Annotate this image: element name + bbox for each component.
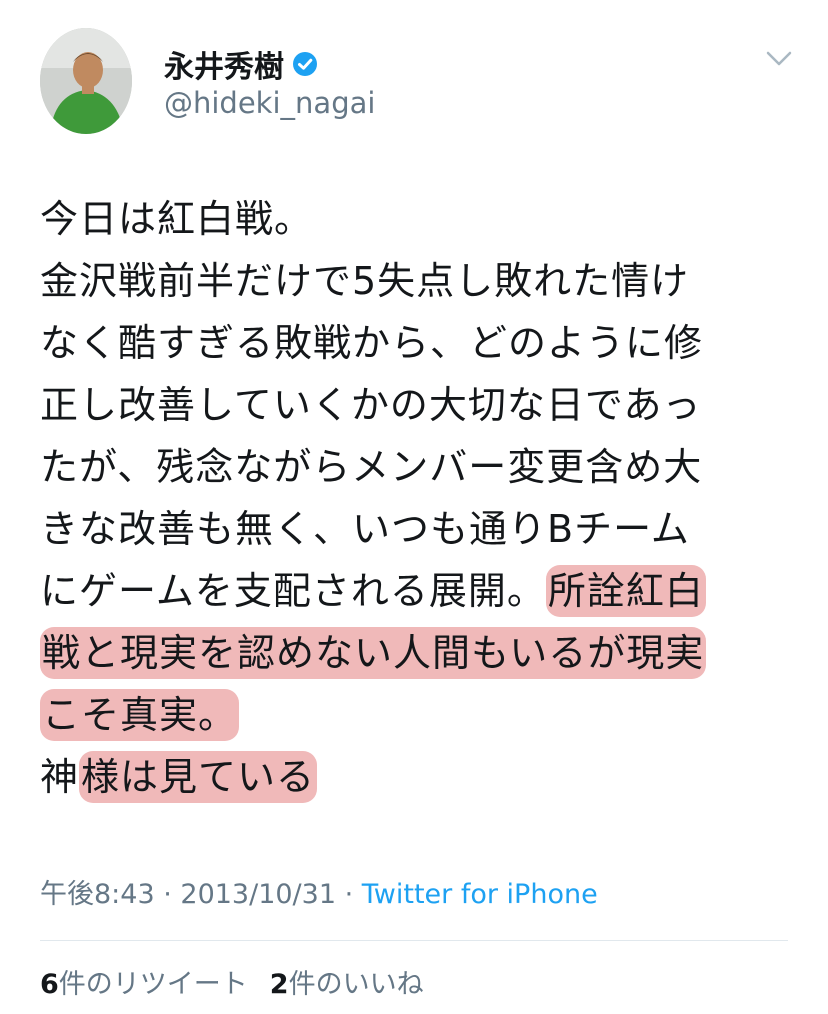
- retweets-label: 件のリツイート: [58, 969, 248, 1000]
- likes-label: 件のいいね: [288, 969, 424, 1000]
- tweet-line: 戦と現実を認めない人間もいるが現実: [40, 622, 800, 684]
- meta-separator: ·: [336, 879, 362, 910]
- user-handle[interactable]: @hideki_nagai: [164, 86, 375, 120]
- divider: [40, 940, 788, 941]
- tweet-line: にゲームを支配される展開。所詮紅白: [40, 560, 800, 622]
- meta-separator: ·: [154, 879, 181, 910]
- user-avatar[interactable]: [40, 28, 132, 134]
- chevron-down-icon[interactable]: [766, 50, 792, 68]
- retweets-count: 6: [40, 969, 59, 1000]
- tweet-text-plain: にゲームを支配される展開。: [40, 569, 546, 613]
- likes-stat[interactable]: 2件のいいね: [270, 969, 424, 1000]
- tweet-text-plain: 神: [40, 755, 80, 799]
- tweet-line: 神様は見ている: [40, 746, 800, 808]
- retweets-stat[interactable]: 6件のリツイート: [40, 969, 248, 1000]
- tweet-header: 永井秀樹 @hideki_nagai: [40, 28, 800, 138]
- highlighted-text: 所詮紅白: [545, 565, 706, 617]
- tweet-line: なく酷すぎる敗戦から、どのように修: [40, 321, 704, 365]
- tweet-line: 正し改善していくかの大切な日であっ: [40, 383, 702, 427]
- tweet-line: 今日は紅白戦。: [40, 197, 314, 241]
- tweet-text: 今日は紅白戦。 金沢戦前半だけで5失点し敗れた情け なく酷すぎる敗戦から、どのよ…: [40, 188, 800, 808]
- tweet-stats: 6件のリツイート 2件のいいね: [40, 962, 424, 1001]
- tweet-meta: 午後8:43 · 2013/10/31 · Twitter for iPhone: [40, 872, 598, 911]
- tweet-source-link[interactable]: Twitter for iPhone: [362, 879, 598, 910]
- name-row: 永井秀樹: [164, 42, 318, 86]
- tweet-line: こそ真実。: [40, 684, 800, 746]
- tweet-line: きな改善も無く、いつも通りBチーム: [40, 507, 690, 551]
- user-name[interactable]: 永井秀樹: [164, 42, 284, 86]
- tweet-time: 午後8:43: [40, 879, 155, 910]
- verified-badge-icon: [293, 52, 317, 76]
- tweet-line: たが、残念ながらメンバー変更含め大: [40, 445, 703, 489]
- highlighted-text: 戦と現実を認めない人間もいるが現実: [40, 627, 707, 679]
- tweet-line: 金沢戦前半だけで5失点し敗れた情け: [40, 259, 690, 303]
- highlighted-text: こそ真実。: [40, 689, 240, 741]
- tweet-date[interactable]: 2013/10/31: [180, 879, 336, 910]
- likes-count: 2: [269, 969, 289, 1000]
- highlighted-text: 様は見ている: [79, 751, 318, 803]
